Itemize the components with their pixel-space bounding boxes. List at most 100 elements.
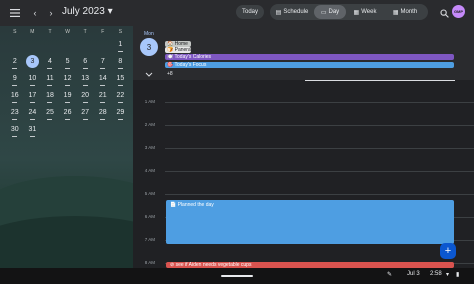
event-indicator — [117, 119, 123, 120]
chevron-left-icon[interactable]: ‹ — [27, 5, 43, 21]
mini-calendar-day[interactable]: 14 — [94, 71, 112, 88]
mini-calendar-day-number: 1 — [118, 41, 123, 48]
loading-indicator — [305, 80, 455, 81]
mini-calendar-week: 1 — [6, 37, 130, 54]
mini-calendar-day[interactable]: 30 — [6, 122, 24, 139]
mini-calendar-day — [76, 122, 94, 139]
current-date-badge[interactable]: 3 — [140, 38, 158, 56]
event-indicator — [82, 119, 88, 120]
wifi-icon: ▾ — [446, 272, 450, 278]
chevron-right-icon[interactable]: › — [43, 5, 59, 21]
mini-calendar-day[interactable]: 27 — [76, 105, 94, 122]
mini-calendar-day[interactable]: 28 — [94, 105, 112, 122]
event-indicator — [117, 51, 123, 52]
event-indicator — [65, 68, 71, 69]
weekday-label: F — [101, 29, 105, 35]
event-indicator — [12, 85, 18, 86]
top-app-bar: ‹ › July 2023 ▾ Today ▤ Schedule ▭ Day ▦… — [0, 0, 474, 26]
calendar-app: ‹ › July 2023 ▾ Today ▤ Schedule ▭ Day ▦… — [0, 0, 474, 268]
mini-calendar-week: 16 17 18 19 20 21 22 — [6, 88, 130, 105]
event-indicator — [82, 85, 88, 86]
mini-calendar-day[interactable]: 22 — [112, 88, 130, 105]
mini-calendar-day — [59, 122, 77, 139]
mini-calendar-day[interactable]: 24 — [24, 105, 42, 122]
mini-calendar-week: 9 10 11 12 13 14 15 — [6, 71, 130, 88]
mini-calendar-day[interactable]: 21 — [94, 88, 112, 105]
mini-calendar-day[interactable]: 8 — [112, 54, 130, 71]
mini-calendar-day-number: 14 — [98, 75, 107, 82]
mini-calendar-day[interactable]: 7 — [94, 54, 112, 71]
search-icon[interactable] — [436, 5, 452, 21]
week-view-button[interactable]: ▦ Week — [346, 5, 384, 19]
more-events-link[interactable]: +8 — [167, 71, 173, 77]
home-handle[interactable] — [221, 275, 253, 277]
day-view-button[interactable]: ▭ Day — [314, 5, 346, 19]
mini-calendar-day-number: 2 — [12, 58, 17, 65]
mini-calendar-day-number: 9 — [12, 75, 17, 82]
event-indicator — [100, 85, 106, 86]
mini-calendar-day[interactable]: 12 — [59, 71, 77, 88]
mini-calendar-day[interactable]: 16 — [6, 88, 24, 105]
mini-calendar-day[interactable]: 6 — [76, 54, 94, 71]
mini-calendar-day[interactable]: 20 — [76, 88, 94, 105]
time-grid[interactable]: 8 AM 7 AM 6 AM 5 AM 4 AM 3 AM 2 AM 1 AM 📄 Plann… — [133, 82, 474, 268]
all-day-event-panera[interactable]: 🍞 Panera — [165, 47, 191, 53]
mini-calendar-day[interactable]: 31 — [24, 122, 42, 139]
all-day-event-calories[interactable]: 🍽️ Today's Calories — [165, 54, 454, 60]
mini-calendar-day-number: 20 — [81, 92, 90, 99]
create-event-button[interactable]: + — [440, 243, 456, 259]
mini-calendar-day[interactable]: 19 — [59, 88, 77, 105]
schedule-view-button[interactable]: ▤ Schedule — [270, 5, 314, 19]
hour-gridline — [165, 102, 474, 103]
event-indicator — [82, 102, 88, 103]
month-label: Month — [400, 9, 418, 15]
event-indicator — [29, 136, 35, 137]
month-view-button[interactable]: ▦ Month — [384, 5, 426, 19]
hour-label: 7 AM — [144, 237, 155, 242]
mini-calendar-day — [94, 37, 112, 54]
all-day-event-focus[interactable]: 🎯 Today's Focus — [165, 62, 454, 68]
mini-calendar-day[interactable]: 23 — [6, 105, 24, 122]
event-indicator — [100, 119, 106, 120]
event-indicator — [82, 68, 88, 69]
mini-calendar-day[interactable]: 3 — [24, 54, 42, 71]
mini-calendar-day[interactable]: 17 — [24, 88, 42, 105]
chevron-down-icon[interactable] — [145, 70, 153, 78]
mini-calendar-day[interactable]: 13 — [76, 71, 94, 88]
mini-calendar-day-number: 4 — [48, 58, 52, 65]
mini-calendar-day — [76, 37, 94, 54]
mini-calendar-day[interactable]: 5 — [59, 54, 77, 71]
mini-calendar-day[interactable]: 10 — [24, 71, 42, 88]
account-avatar[interactable]: GMP — [452, 5, 465, 18]
day-icon: ▭ — [320, 9, 327, 16]
status-time: 2:58 — [430, 271, 442, 277]
mini-calendar-day-number: 18 — [46, 92, 54, 99]
mini-calendar-day — [41, 37, 59, 54]
day-of-week-label: Mon — [144, 31, 154, 37]
hour-label: 1 AM — [144, 99, 155, 104]
mini-calendar-day-number: 16 — [10, 92, 19, 99]
hour-label: 8 AM — [144, 260, 155, 265]
event-planned-the-day[interactable]: 📄 Planned the day — [166, 200, 454, 244]
mini-calendar-day-number: 19 — [63, 92, 72, 99]
mini-calendar-day-number: 10 — [28, 75, 37, 82]
mini-calendar-day[interactable]: 1 — [112, 37, 130, 54]
mini-calendar-day[interactable]: 29 — [112, 105, 130, 122]
week-label: Week — [361, 9, 377, 15]
mini-calendar-day[interactable]: 15 — [112, 71, 130, 88]
month-title[interactable]: July 2023 ▾ — [62, 6, 113, 17]
menu-icon[interactable] — [7, 5, 23, 21]
mini-calendar-day[interactable]: 25 — [41, 105, 59, 122]
mini-calendar-day[interactable]: 2 — [6, 54, 24, 71]
mini-calendar-day-number: 8 — [118, 58, 123, 65]
today-button[interactable]: Today — [236, 5, 264, 19]
mini-calendar-day[interactable]: 9 — [6, 71, 24, 88]
mini-calendar-day[interactable]: 18 — [41, 88, 59, 105]
mini-calendar-day-number: 30 — [10, 126, 19, 133]
mini-calendar-day[interactable]: 26 — [59, 105, 77, 122]
mini-calendar-day[interactable]: 4 — [41, 54, 59, 71]
mini-calendar-day[interactable]: 11 — [41, 71, 59, 88]
event-indicator — [117, 102, 123, 103]
event-indicator — [47, 119, 53, 120]
mini-calendar-day-number: 22 — [116, 92, 125, 99]
